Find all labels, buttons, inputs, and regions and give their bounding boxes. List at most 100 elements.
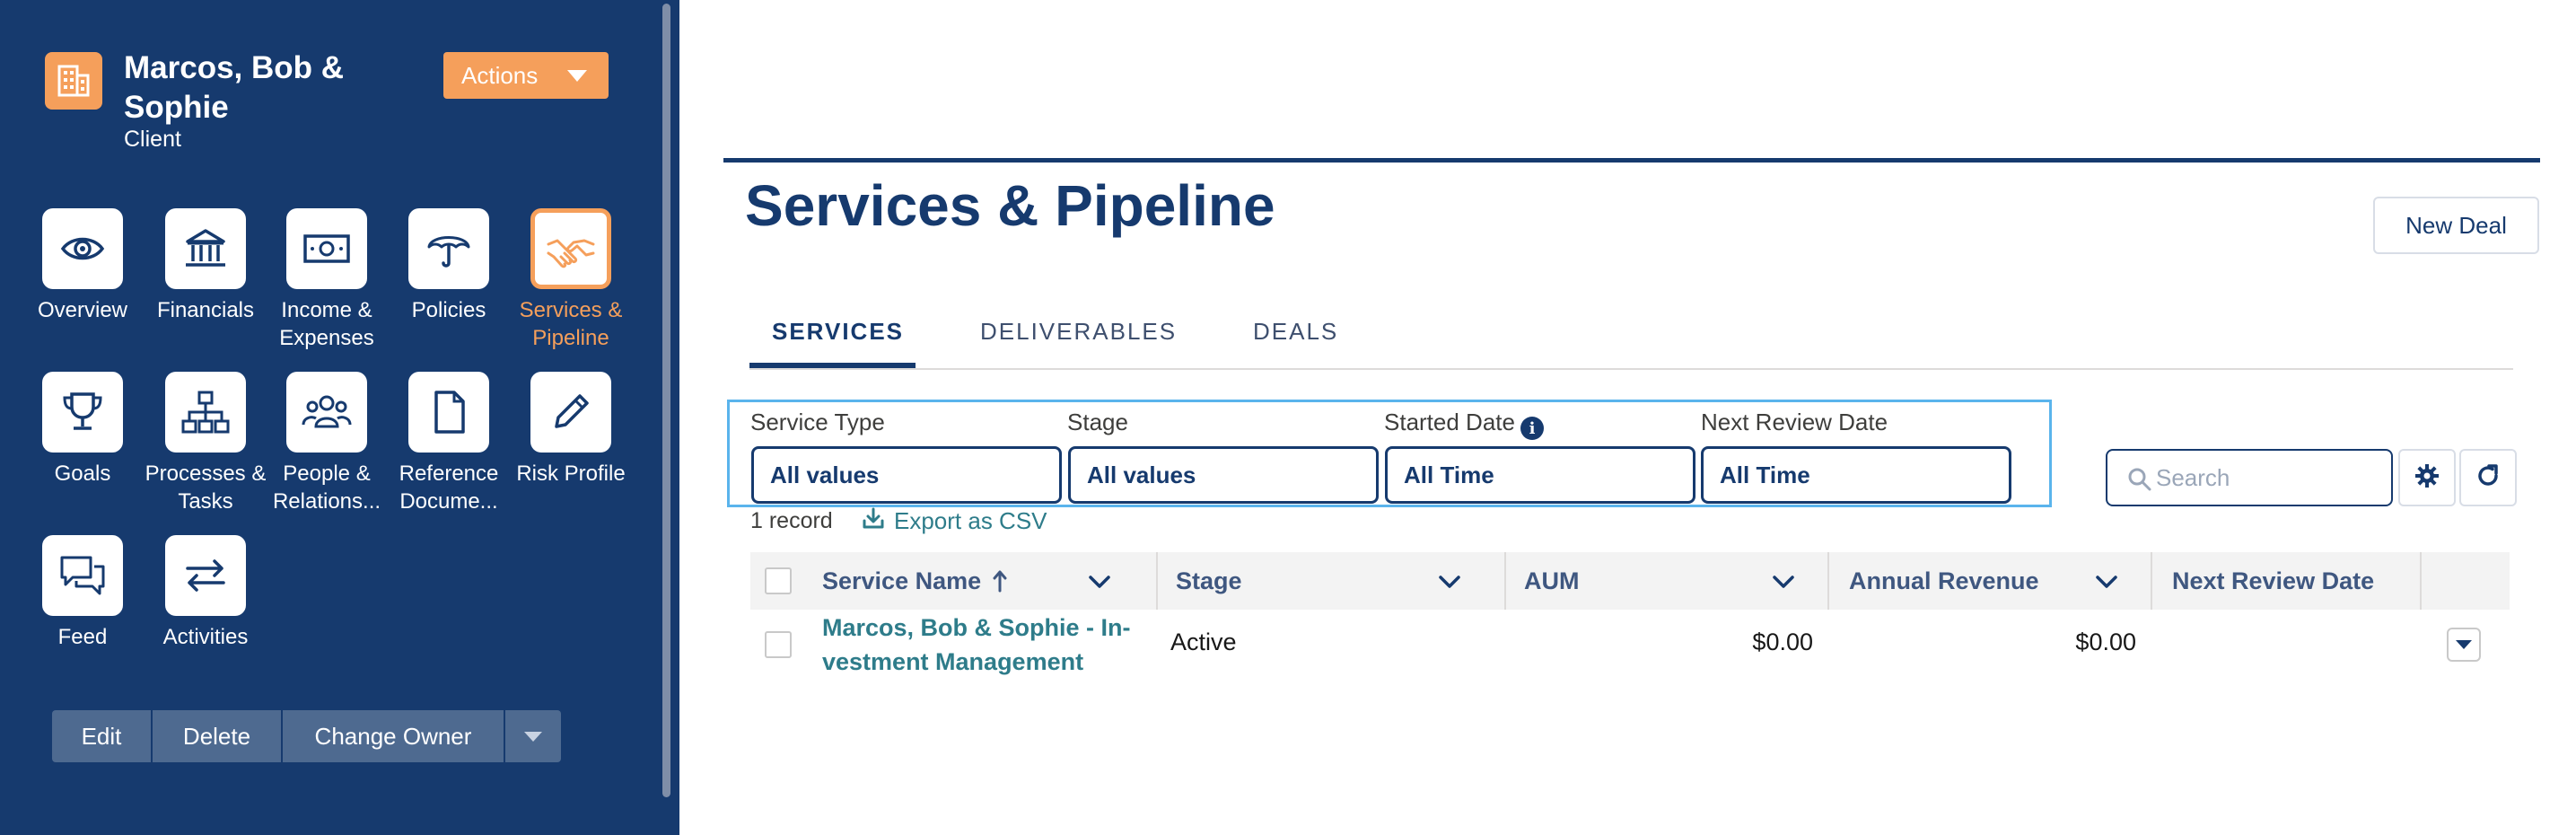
eye-icon xyxy=(42,208,123,289)
tab-services[interactable]: SERVICES xyxy=(772,318,904,346)
search-input[interactable]: Search xyxy=(2106,449,2393,506)
caret-down-icon xyxy=(567,70,587,82)
building-icon xyxy=(45,52,102,110)
nav-risk-profile[interactable]: Risk Profile xyxy=(508,372,634,488)
swap-icon xyxy=(165,535,246,616)
stage-cell: Active xyxy=(1170,628,1237,655)
next-review-date-select[interactable]: All Time xyxy=(1701,446,2011,504)
caret-down-icon xyxy=(2456,640,2472,649)
column-divider[interactable] xyxy=(1504,552,1506,610)
aum-cell: $0.00 xyxy=(1752,628,1813,655)
tab-deals[interactable]: DEALS xyxy=(1253,318,1338,346)
stage-select[interactable]: All values xyxy=(1068,446,1379,504)
refresh-button[interactable] xyxy=(2459,449,2517,506)
column-header-service-name[interactable]: Service Name xyxy=(822,552,1008,610)
chevron-down-icon[interactable] xyxy=(1438,574,1461,594)
settings-button[interactable] xyxy=(2398,449,2456,506)
export-csv-label: Export as CSV xyxy=(894,507,1047,534)
bank-icon xyxy=(165,208,246,289)
filter-label-started-date: Started Date xyxy=(1384,409,1515,435)
nav-policies[interactable]: Policies xyxy=(386,208,512,324)
umbrella-icon xyxy=(408,208,489,289)
nav-goals[interactable]: Goals xyxy=(20,372,145,488)
actions-button[interactable]: Actions xyxy=(443,52,609,99)
nav-label: Goals xyxy=(54,461,111,486)
trophy-icon xyxy=(42,372,123,453)
filter-label-service-type: Service Type xyxy=(750,409,885,435)
nav-label: Feed xyxy=(57,625,108,649)
page-title: Services & Pipeline xyxy=(745,173,1275,238)
handshake-icon xyxy=(530,208,611,289)
service-type-select[interactable]: All values xyxy=(751,446,1062,504)
nav-reference-documents[interactable]: Reference Docume... xyxy=(386,372,512,515)
scrollbar-thumb[interactable] xyxy=(662,4,670,797)
column-label: Service Name xyxy=(822,567,982,594)
search-icon xyxy=(2127,467,2152,498)
nav-financials[interactable]: Financials xyxy=(143,208,268,324)
document-icon xyxy=(408,372,489,453)
chevron-down-icon[interactable] xyxy=(1088,574,1111,594)
service-name-link[interactable]: Marcos, Bob & Sophie - In- vestment Mana… xyxy=(822,611,1131,679)
sidebar-scrollbar[interactable] xyxy=(660,0,673,804)
filter-label-next-review-date: Next Review Date xyxy=(1701,409,1888,435)
nav-label: People & Relations... xyxy=(272,461,381,514)
nav-label: Risk Profile xyxy=(516,461,626,486)
actions-button-label: Actions xyxy=(461,61,539,89)
refresh-icon xyxy=(2475,462,2502,494)
nav-services-pipeline[interactable]: Services & Pipeline xyxy=(508,208,634,352)
delete-button[interactable]: Delete xyxy=(153,710,283,762)
column-divider[interactable] xyxy=(2151,552,2152,610)
chevron-down-icon[interactable] xyxy=(1772,574,1795,594)
row-actions-button[interactable] xyxy=(2447,628,2481,662)
download-icon xyxy=(862,506,885,536)
nav-processes-tasks[interactable]: Processes & Tasks xyxy=(143,372,268,515)
nav-label: Services & Pipeline xyxy=(519,298,623,350)
gear-icon xyxy=(2414,463,2440,493)
service-name-line: vestment Management xyxy=(822,648,1084,675)
started-date-select[interactable]: All Time xyxy=(1385,446,1695,504)
hierarchy-icon xyxy=(165,372,246,453)
chat-icon xyxy=(42,535,123,616)
people-icon xyxy=(286,372,367,453)
column-header-stage[interactable]: Stage xyxy=(1176,552,1242,610)
select-all-checkbox[interactable] xyxy=(765,567,792,594)
nav-label: Overview xyxy=(37,298,128,322)
pencil-icon xyxy=(530,372,611,453)
record-count: 1 record xyxy=(750,508,833,533)
column-divider[interactable] xyxy=(2420,552,2422,610)
column-header-next-review-date[interactable]: Next Review Date xyxy=(2172,552,2374,610)
nav-label: Processes & Tasks xyxy=(145,461,267,514)
nav-people-relationships[interactable]: People & Relations... xyxy=(264,372,390,515)
filter-label-stage: Stage xyxy=(1067,409,1128,435)
nav-label: Activities xyxy=(162,625,249,649)
change-owner-button[interactable]: Change Owner xyxy=(283,710,505,762)
nav-feed[interactable]: Feed xyxy=(20,535,145,651)
header-rule xyxy=(723,158,2540,163)
column-divider[interactable] xyxy=(1156,552,1158,610)
info-icon[interactable]: i xyxy=(1520,417,1544,440)
search-placeholder: Search xyxy=(2156,463,2230,491)
sidebar: Marcos, Bob & Sophie Client Actions Over… xyxy=(0,0,679,835)
export-csv-link[interactable]: Export as CSV xyxy=(862,506,1047,536)
column-header-aum[interactable]: AUM xyxy=(1524,552,1580,610)
nav-income-expenses[interactable]: Income & Expenses xyxy=(264,208,390,352)
sort-ascending-icon xyxy=(992,569,1008,593)
nav-label: Reference Docume... xyxy=(399,461,499,514)
nav-activities[interactable]: Activities xyxy=(143,535,268,651)
tab-bar: SERVICES DELIVERABLES DEALS xyxy=(749,305,2513,370)
tab-deliverables[interactable]: DELIVERABLES xyxy=(980,318,1177,346)
nav-label: Financials xyxy=(156,298,255,322)
new-deal-button[interactable]: New Deal xyxy=(2373,197,2539,254)
nav-overview[interactable]: Overview xyxy=(20,208,145,324)
active-tab-indicator xyxy=(749,363,916,368)
row-checkbox[interactable] xyxy=(765,631,792,658)
chevron-down-icon[interactable] xyxy=(2095,574,2118,594)
caret-down-icon xyxy=(524,731,542,742)
table-header: Service Name Stage AUM Annual Revenue Ne… xyxy=(750,552,2510,610)
column-header-annual-revenue[interactable]: Annual Revenue xyxy=(1849,552,2039,610)
account-name: Marcos, Bob & Sophie xyxy=(124,50,345,125)
more-actions-button[interactable] xyxy=(505,710,561,762)
column-divider[interactable] xyxy=(1827,552,1829,610)
edit-button[interactable]: Edit xyxy=(52,710,153,762)
money-icon xyxy=(286,208,367,289)
